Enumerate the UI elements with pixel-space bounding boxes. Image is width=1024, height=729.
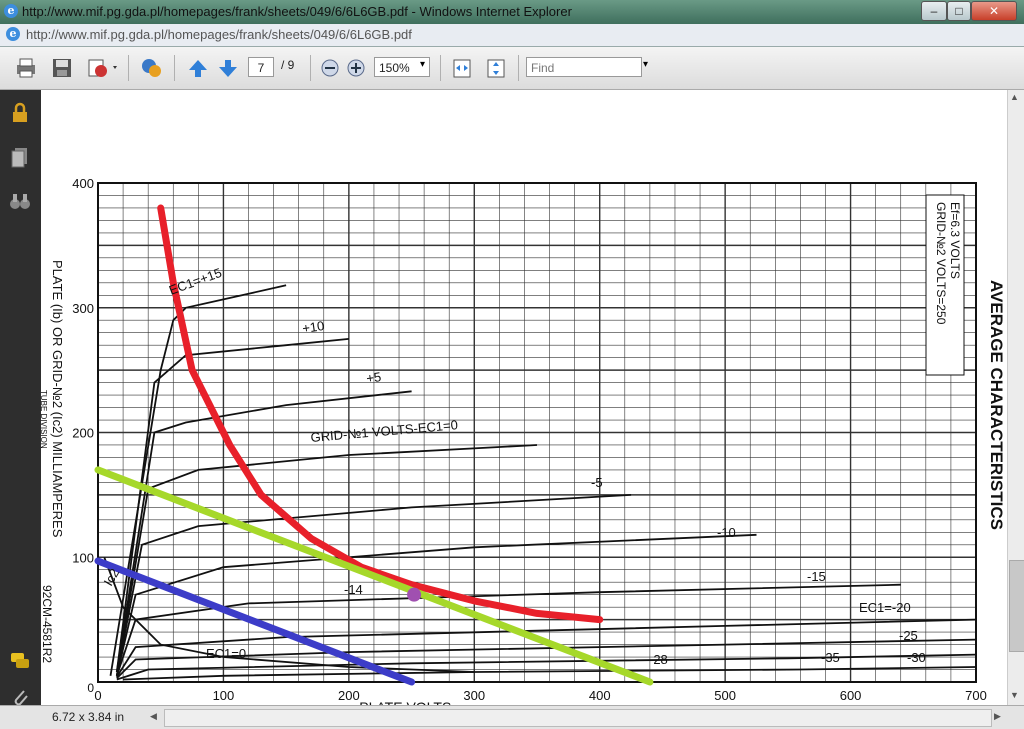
y-tick-label: 300 [72,301,94,316]
x-tick-label: 100 [213,688,235,703]
collaborate-icon[interactable] [140,57,164,79]
x-tick-label: 700 [965,688,987,703]
condition-grid2: GRID-№2 VOLTS=250 [934,202,948,325]
zoom-in-icon[interactable] [346,57,366,79]
scroll-thumb[interactable] [1009,560,1024,652]
division-label: TUBE DIVISION [41,390,48,449]
curve-label: EC1=0 [206,646,246,661]
operating-point-marker [407,587,422,602]
y-tick-label: 200 [72,426,94,441]
zoom-out-icon[interactable] [320,57,340,79]
page-icon: e [6,27,20,41]
scroll-down-icon[interactable]: ▼ [1010,690,1019,700]
fit-page-icon[interactable] [484,57,508,79]
x-tick-label: 500 [714,688,736,703]
navigation-panel [0,90,41,706]
previous-page-icon[interactable] [186,57,210,79]
y-tick-label: 400 [72,176,94,191]
binoculars-icon[interactable] [9,190,31,212]
sign-icon[interactable] [86,57,120,79]
page-size-text: 6.72 x 3.84 in [52,710,125,724]
curve-label: -10 [717,525,736,540]
x-tick-label: 400 [589,688,611,703]
chart-grid [97,182,977,683]
y-axis-label: PLATE (Ib) OR GRID-№2 (Ic2) MILLIAMPERES [50,260,65,538]
comment-icon[interactable] [9,650,31,672]
vertical-scrollbar[interactable]: ▲ ▼ [1007,90,1024,705]
doc-code-label: 92CM-4581R2 [41,585,54,663]
curve-label: -28 [649,652,668,667]
curve-label: -15 [807,569,826,584]
toolbar-separator [128,55,129,81]
condition-ef: Ef=6.3 VOLTS [948,202,962,279]
curve-label: -35 [821,650,840,665]
minimize-button[interactable]: – [921,1,947,21]
maximize-button[interactable]: □ [947,1,971,21]
page-number-input[interactable]: 7 [248,57,274,77]
characteristic-curve-ec1-p10 [115,338,349,673]
chart-title: AVERAGE CHARACTERISTICS [987,280,1006,530]
address-url[interactable]: http://www.mif.pg.gda.pl/homepages/frank… [26,27,412,42]
toolbar-separator [310,55,311,81]
x-tick-label: 0 [94,688,101,703]
scroll-right-icon[interactable]: ▶ [994,711,1001,722]
scroll-left-icon[interactable]: ◀ [150,711,157,722]
chart-labels: 0 100 200 300 400 500 600 700 100 200 300 400 0 PLATE… [39,176,1006,715]
characteristics-chart: 0 100 200 300 400 500 600 700 100 200 300 400 0 PLATE… [39,176,1006,715]
toolbar-separator [518,55,519,81]
x-tick-label: 300 [463,688,485,703]
lock-icon[interactable] [9,102,31,124]
close-button[interactable]: ✕ [971,1,1017,21]
blue-load-line-line [94,557,416,686]
fit-width-icon[interactable] [450,57,474,79]
curve-label: GRID-№1 VOLTS-EC1=0 [310,417,458,445]
window-title: http://www.mif.pg.gda.pl/homepages/frank… [22,4,572,19]
toolbar-separator [174,55,175,81]
toolbar-separator [440,55,441,81]
scroll-up-icon[interactable]: ▲ [1010,92,1019,102]
address-bar[interactable]: e http://www.mif.pg.gda.pl/homepages/fra… [0,24,1024,47]
curve-label: +10 [301,318,325,336]
pages-icon[interactable] [9,146,31,168]
curve-label: EC1=+15 [167,265,224,298]
save-icon[interactable] [50,57,74,79]
curve-label: EC1=-20 [859,600,911,615]
y-tick-label: 100 [72,550,94,565]
curve-label: -14 [344,582,363,597]
origin-label: 0 [87,681,94,695]
find-dropdown-icon[interactable]: ▾ [643,59,648,70]
x-tick-label: 200 [338,688,360,703]
ie-logo-icon: e [4,4,18,18]
status-bar: 6.72 x 3.84 in ◀ ▶ [0,705,1024,729]
next-page-icon[interactable] [216,57,240,79]
find-input[interactable]: Find [526,57,642,77]
window-title-bar: e http://www.mif.pg.gda.pl/homepages/fra… [0,0,1024,24]
print-icon[interactable] [14,57,38,79]
curve-label: -5 [591,475,603,490]
horizontal-scrollbar[interactable] [164,709,992,727]
curve-label: -30 [907,650,926,665]
zoom-dropdown-icon[interactable]: ▾ [420,59,425,70]
pdf-toolbar: 7 / 9 150% ▾ Find ▾ [0,47,1024,90]
curve-label: +5 [365,369,382,386]
pdf-page: 0 100 200 300 400 500 600 700 100 200 300 400 0 PLATE… [39,90,1007,715]
x-tick-label: 600 [840,688,862,703]
curve-label: -25 [899,628,918,643]
page-total: / 9 [281,58,295,72]
